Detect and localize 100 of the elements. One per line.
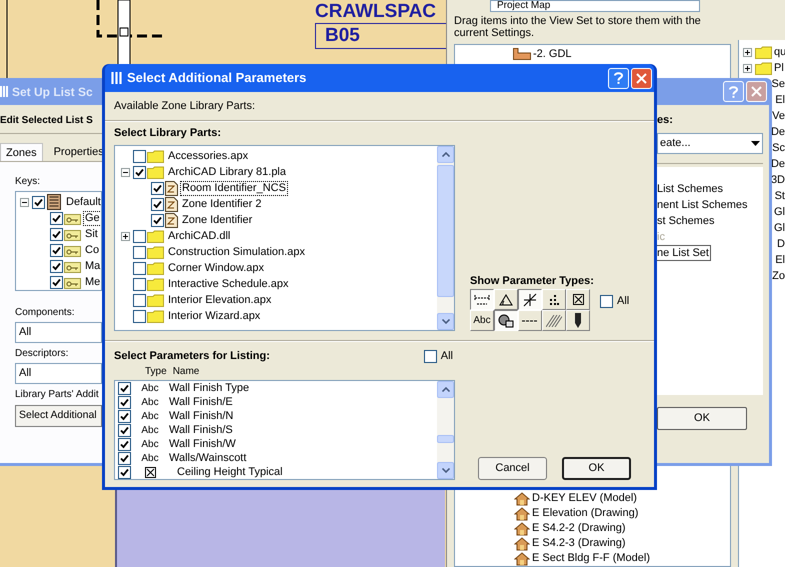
checkbox[interactable] bbox=[118, 438, 131, 451]
tree-item[interactable]: Room Identifier_NCS bbox=[181, 182, 287, 194]
checkbox[interactable] bbox=[133, 230, 146, 242]
checkbox[interactable] bbox=[151, 198, 164, 210]
checkbox[interactable] bbox=[50, 228, 63, 240]
checkbox[interactable] bbox=[133, 150, 146, 162]
tree-item[interactable]: Ge bbox=[84, 212, 101, 224]
tree-item[interactable]: De bbox=[770, 156, 785, 172]
close-button[interactable] bbox=[631, 68, 652, 88]
tree-item[interactable]: De bbox=[770, 124, 785, 140]
checkbox[interactable] bbox=[50, 212, 63, 224]
list-item[interactable]: st Schemes bbox=[655, 212, 716, 228]
checkbox[interactable] bbox=[118, 382, 131, 395]
checkbox[interactable] bbox=[50, 276, 63, 288]
tab[interactable]: Zones bbox=[0, 143, 43, 161]
dropdown[interactable]: Project Map bbox=[490, 0, 700, 12]
tree-item[interactable]: Default bbox=[65, 196, 101, 208]
tree-item[interactable]: El bbox=[775, 252, 785, 268]
question-mark-icon bbox=[614, 72, 623, 84]
house-icon bbox=[514, 552, 530, 566]
checkbox[interactable] bbox=[133, 294, 146, 306]
list-item[interactable]: List Schemes bbox=[655, 180, 726, 196]
expand-toggle[interactable] bbox=[743, 48, 752, 56]
tree-item[interactable]: Co bbox=[84, 244, 100, 256]
ok-button[interactable]: OK bbox=[657, 406, 747, 430]
scroll-down-button[interactable] bbox=[437, 313, 454, 330]
components-field[interactable]: All bbox=[15, 322, 102, 343]
checkbox[interactable] bbox=[118, 452, 131, 465]
scroll-thumb[interactable] bbox=[437, 434, 454, 442]
scrollbar[interactable] bbox=[437, 380, 454, 478]
checkbox[interactable] bbox=[118, 424, 131, 437]
tree-item[interactable]: 3D bbox=[770, 172, 785, 188]
tree-item[interactable]: Gl bbox=[774, 204, 785, 220]
checkbox[interactable] bbox=[50, 260, 63, 272]
tree-item[interactable]: Corner Window.apx bbox=[167, 262, 265, 274]
checkbox[interactable] bbox=[151, 214, 164, 226]
checkbox[interactable] bbox=[133, 310, 146, 322]
checkbox[interactable] bbox=[133, 278, 146, 290]
section-heading: Select Parameters for Listing: bbox=[114, 349, 270, 364]
tree-item[interactable]: Ma bbox=[84, 260, 101, 272]
tree-item[interactable]: Interactive Schedule.apx bbox=[167, 278, 290, 290]
checkbox[interactable] bbox=[133, 166, 146, 178]
collapse-toggle[interactable] bbox=[120, 168, 130, 176]
type-filter-button[interactable] bbox=[494, 310, 518, 331]
tree-item[interactable]: E S4.2-2 (Drawing) bbox=[532, 520, 626, 537]
help-button[interactable] bbox=[608, 68, 629, 88]
tree-item[interactable]: Pl bbox=[774, 60, 784, 76]
tree-item[interactable]: -2. GDL bbox=[533, 46, 572, 62]
scroll-up-button[interactable] bbox=[437, 380, 454, 398]
checkbox[interactable] bbox=[32, 196, 45, 208]
tree-item[interactable]: Zone Identifier bbox=[181, 214, 254, 226]
scroll-up-button[interactable] bbox=[437, 146, 454, 163]
parameter-name: Wall Finish/E bbox=[169, 395, 233, 410]
checkbox[interactable] bbox=[133, 246, 146, 258]
checkbox[interactable] bbox=[118, 396, 131, 409]
checkbox[interactable] bbox=[151, 182, 164, 194]
tree-item[interactable]: D bbox=[777, 236, 785, 252]
dropdown[interactable]: eate... bbox=[657, 132, 763, 154]
tree-item[interactable]: Accessories.apx bbox=[167, 150, 250, 162]
select-additional-button[interactable]: Select Additional bbox=[15, 405, 102, 427]
tree-item[interactable]: E S4.2-3 (Drawing) bbox=[532, 535, 626, 552]
tree-item[interactable]: Sc bbox=[772, 140, 785, 156]
tree-item[interactable]: Interior Wizard.apx bbox=[167, 310, 262, 322]
scrollbar[interactable] bbox=[437, 146, 454, 330]
tree-item[interactable]: D-KEY ELEV (Model) bbox=[532, 490, 637, 507]
tree-item[interactable]: E Sect Bldg F-F (Model) bbox=[532, 550, 650, 567]
checkbox[interactable] bbox=[424, 350, 437, 363]
checkbox[interactable] bbox=[50, 244, 63, 256]
expand-toggle[interactable] bbox=[120, 232, 130, 240]
expand-toggle[interactable] bbox=[743, 64, 752, 72]
scroll-down-button[interactable] bbox=[437, 462, 454, 478]
checkbox[interactable] bbox=[600, 294, 613, 308]
tree-item[interactable]: Zone Identifier 2 bbox=[181, 198, 262, 210]
dialog-button[interactable]: Cancel bbox=[478, 456, 547, 480]
checkbox[interactable] bbox=[118, 410, 131, 423]
checkbox[interactable] bbox=[133, 262, 146, 274]
type-filter-button[interactable]: Abc bbox=[470, 310, 494, 331]
tree-item[interactable]: Se bbox=[772, 76, 785, 92]
tree-item[interactable]: Construction Simulation.apx bbox=[167, 246, 306, 258]
tree-item[interactable]: Sit bbox=[84, 228, 99, 240]
dialog-button[interactable]: OK bbox=[562, 456, 631, 480]
type-filter-button[interactable] bbox=[470, 289, 494, 310]
tree-item[interactable]: El bbox=[775, 92, 785, 108]
tree-item[interactable]: ArchiCAD.dll bbox=[167, 230, 232, 242]
tree-item[interactable]: Ve bbox=[772, 108, 785, 124]
scroll-thumb[interactable] bbox=[437, 165, 454, 297]
chevron-up-icon bbox=[442, 386, 450, 392]
key-icon bbox=[64, 228, 81, 240]
tree-item[interactable]: Interior Elevation.apx bbox=[167, 294, 272, 306]
list-item[interactable]: nent List Schemes bbox=[655, 196, 750, 212]
tree-item[interactable]: ArchiCAD Library 81.pla bbox=[167, 166, 287, 178]
descriptors-field[interactable]: All bbox=[15, 363, 102, 384]
tree-item[interactable]: St bbox=[774, 188, 785, 204]
tree-item[interactable]: E Elevation (Drawing) bbox=[532, 505, 638, 522]
checkbox[interactable] bbox=[118, 466, 131, 479]
type-filter-button[interactable] bbox=[518, 289, 542, 310]
tree-item[interactable]: Gl bbox=[774, 220, 785, 236]
collapse-toggle[interactable] bbox=[20, 198, 28, 206]
tree-item[interactable]: Zo bbox=[772, 268, 785, 284]
tree-item[interactable]: Me bbox=[84, 276, 101, 288]
